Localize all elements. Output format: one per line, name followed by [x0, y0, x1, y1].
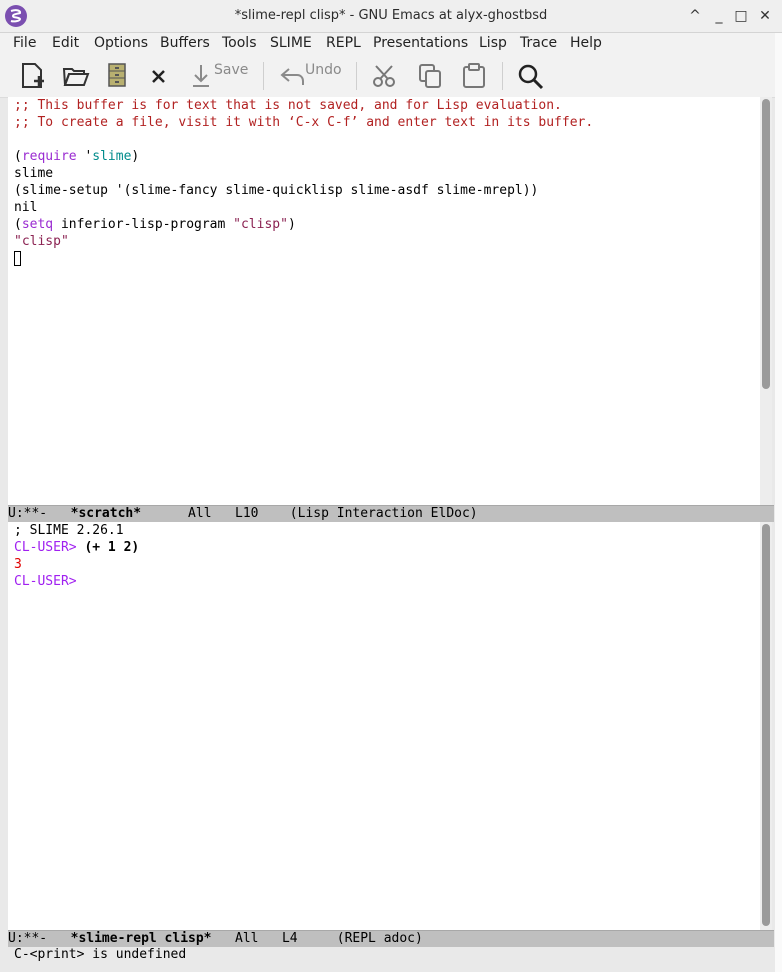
menu-buffers[interactable]: Buffers: [160, 35, 210, 51]
repl-scrollbar-thumb[interactable]: [762, 524, 770, 926]
repl-mode-line: U:**- *slime-repl clisp* All L4 (REPL ad…: [8, 930, 774, 947]
repl-prompt[interactable]: CL-USER>: [14, 574, 77, 589]
text-cursor: [14, 251, 21, 266]
scratch-code-line: (require 'slime): [14, 149, 140, 164]
new-file-icon[interactable]: [20, 61, 46, 91]
menu-options[interactable]: Options: [94, 35, 148, 51]
repl-banner: ; SLIME 2.26.1: [14, 523, 124, 538]
title-bar: *slime-repl clisp* - GNU Emacs at alyx-g…: [0, 0, 782, 33]
dired-cabinet-icon[interactable]: [106, 61, 128, 91]
scratch-result-line: nil: [14, 200, 38, 215]
shade-button[interactable]: ^: [686, 7, 704, 25]
undo-button[interactable]: Undo: [305, 62, 342, 78]
menu-lisp[interactable]: Lisp: [479, 35, 507, 51]
mode-line-buffer-name[interactable]: *slime-repl clisp*: [71, 931, 212, 946]
repl-input-line: CL-USER> (+ 1 2): [14, 540, 140, 555]
toolbar-separator: [263, 62, 264, 90]
scratch-mode-line: U:**- *scratch* All L10 (Lisp Interactio…: [8, 505, 774, 522]
minimize-button[interactable]: _: [710, 7, 728, 25]
save-button[interactable]: Save: [214, 62, 248, 78]
scratch-window[interactable]: ;; This buffer is for text that is not s…: [8, 97, 760, 505]
echo-area: C-<print> is undefined: [14, 947, 187, 962]
scratch-result-line: slime: [14, 166, 54, 181]
search-icon[interactable]: [517, 61, 545, 91]
scratch-scrollbar-thumb[interactable]: [762, 99, 770, 389]
undo-icon[interactable]: [279, 61, 305, 91]
menu-help[interactable]: Help: [570, 35, 602, 51]
scratch-code-line: (setq inferior-lisp-program "clisp"): [14, 217, 296, 232]
repl-output: 3: [14, 557, 22, 572]
scratch-comment-line: ;; This buffer is for text that is not s…: [14, 98, 562, 113]
menu-file[interactable]: File: [13, 35, 36, 51]
scratch-scrollbar[interactable]: [760, 97, 772, 505]
menu-trace[interactable]: Trace: [520, 35, 557, 51]
maximize-button[interactable]: □: [732, 7, 750, 25]
close-button[interactable]: ✕: [756, 7, 774, 25]
toolbar-separator: [356, 62, 357, 90]
save-icon[interactable]: [190, 61, 212, 91]
scratch-result-line: "clisp": [14, 234, 69, 249]
menu-presentations[interactable]: Presentations: [373, 35, 468, 51]
copy-icon[interactable]: [417, 61, 443, 91]
repl-window[interactable]: ; SLIME 2.26.1 CL-USER> (+ 1 2) 3 CL-USE…: [8, 522, 760, 930]
toolbar-separator: [502, 62, 503, 90]
scratch-code-line: (slime-setup '(slime-fancy slime-quickli…: [14, 183, 539, 198]
paste-icon[interactable]: [461, 61, 487, 91]
menu-tools[interactable]: Tools: [222, 35, 257, 51]
scratch-comment-line: ;; To create a file, visit it with ‘C-x …: [14, 115, 594, 130]
toolbar: Save Undo: [0, 55, 782, 98]
repl-scrollbar[interactable]: [760, 522, 772, 930]
window-title: *slime-repl clisp* - GNU Emacs at alyx-g…: [234, 8, 548, 23]
open-folder-icon[interactable]: [62, 61, 90, 91]
menu-edit[interactable]: Edit: [52, 35, 79, 51]
mode-line-buffer-name[interactable]: *scratch*: [71, 506, 141, 521]
close-buffer-icon[interactable]: [150, 61, 168, 91]
menu-repl[interactable]: REPL: [326, 35, 361, 51]
menu-bar: File Edit Options Buffers Tools SLIME RE…: [0, 33, 782, 55]
menu-slime[interactable]: SLIME: [270, 35, 312, 51]
cut-icon[interactable]: [372, 61, 398, 91]
background-window-strip: [775, 33, 782, 972]
